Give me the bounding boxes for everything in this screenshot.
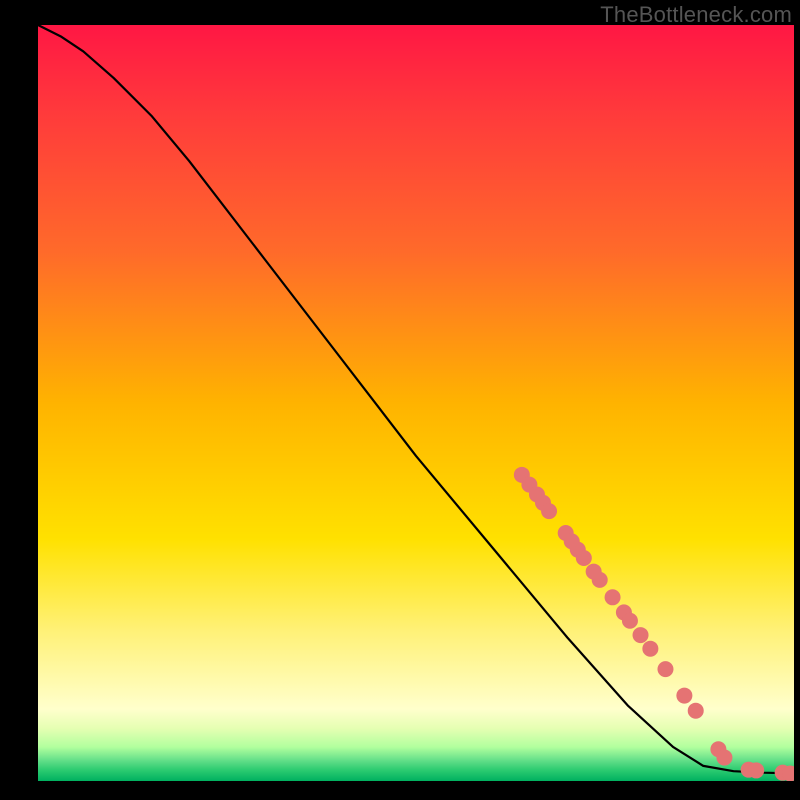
- gradient-bg: [38, 25, 794, 781]
- data-point: [605, 589, 621, 605]
- data-point: [622, 613, 638, 629]
- plot-area: [38, 25, 794, 781]
- data-point: [576, 550, 592, 566]
- data-point: [716, 750, 732, 766]
- data-point: [676, 688, 692, 704]
- data-point: [592, 572, 608, 588]
- chart-svg: [38, 25, 794, 781]
- data-point: [642, 641, 658, 657]
- chart-frame: TheBottleneck.com: [0, 0, 800, 800]
- data-point: [688, 703, 704, 719]
- data-point: [748, 762, 764, 778]
- data-point: [633, 627, 649, 643]
- data-point: [657, 661, 673, 677]
- data-point: [541, 503, 557, 519]
- watermark-label: TheBottleneck.com: [600, 2, 792, 28]
